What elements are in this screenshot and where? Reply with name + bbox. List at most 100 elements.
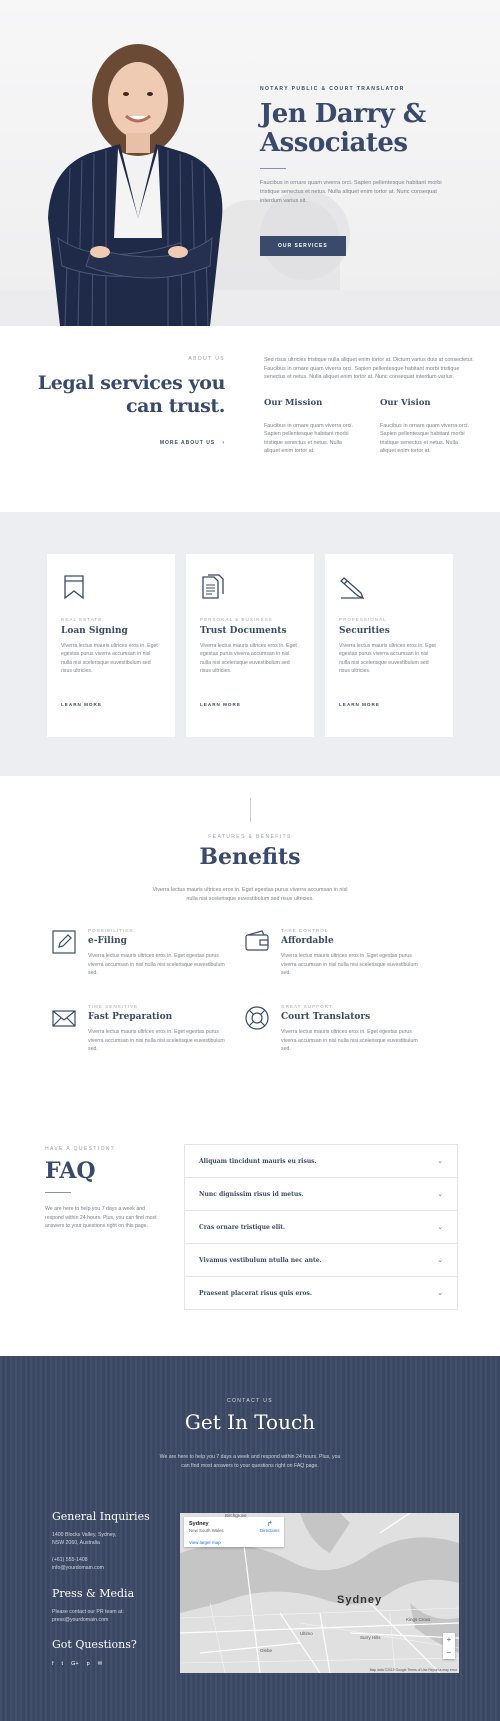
chevron-down-icon: ⌄ <box>437 1224 443 1231</box>
faq-accordion: Aliquam tincidunt mauris eu risus. ⌄ Nun… <box>184 1144 458 1310</box>
benefit-description: Viverra lectus mauris ultrices eros in. … <box>281 953 418 977</box>
directions-icon: ↱ <box>266 1521 273 1528</box>
chevron-down-icon: ⌄ <box>437 1191 443 1198</box>
chevron-down-icon: ⌄ <box>437 1158 443 1165</box>
map-label: Ultimo <box>300 1631 313 1636</box>
service-eyebrow: PROFESSIONAL <box>339 617 387 622</box>
about-title-line1: Legal services you <box>37 372 226 394</box>
lifebuoy-icon <box>245 1006 269 1030</box>
faq-item[interactable]: Aliquam tincidunt mauris eu risus. ⌄ <box>184 1144 458 1178</box>
map-label: Kings Cross <box>406 1617 431 1622</box>
faq-eyebrow: HAVE A QUESTION? <box>45 1146 116 1152</box>
hero-section: NOTARY PUBLIC & COURT TRANSLATOR Jen Dar… <box>0 0 500 326</box>
mission-vision: Our Mission Faucibus in ornare quam vive… <box>264 398 474 456</box>
bookmark-icon <box>64 575 84 600</box>
service-title: Trust Documents <box>200 626 287 636</box>
faq-intro: HAVE A QUESTION? FAQ We are here to help… <box>45 1146 160 1231</box>
benefit-title: Court Translators <box>281 1012 371 1022</box>
benefit-item: TAKE CONTROL Affordable Viverra lectus m… <box>245 928 418 978</box>
service-description: Viverra lectus mauris ultrices eros in. … <box>61 643 158 675</box>
benefits-eyebrow: FEATURES & BENEFITS <box>208 834 292 840</box>
benefit-item: POSSIBILITIES e-Filing Viverra lectus ma… <box>52 928 225 978</box>
faq-item[interactable]: Nunc dignissim risus id metus. ⌄ <box>184 1177 458 1211</box>
faq-title: FAQ <box>45 1158 96 1184</box>
mission-title: Our Mission <box>264 397 323 408</box>
google-plus-icon[interactable]: G+ <box>71 1661 79 1667</box>
wallet-icon <box>245 930 269 951</box>
map-embed[interactable]: Sydney New South Wales View larger map ↱… <box>180 1513 459 1673</box>
hero-title: Jen Darry & Associates <box>260 100 460 158</box>
press-email-link[interactable]: press@yourdomain.com <box>52 1616 172 1624</box>
got-questions-title: Got Questions? <box>52 1638 137 1652</box>
learn-more-link[interactable]: LEARN MORE <box>200 702 300 707</box>
faq-question: Aliquam tincidunt mauris eu risus. <box>199 1157 317 1165</box>
benefit-eyebrow: GREAT SUPPORT <box>281 1004 333 1009</box>
more-about-us-label: MORE ABOUT US <box>159 440 216 446</box>
view-larger-map-link[interactable]: View larger map <box>189 1540 279 1545</box>
faq-question: Cras ornare tristique elit. <box>199 1223 286 1231</box>
contact-title: Get In Touch <box>184 1410 316 1434</box>
about-title-line2: can trust. <box>126 395 225 417</box>
benefit-eyebrow: TIME SENSITIVE <box>88 1004 139 1009</box>
benefit-body: POSSIBILITIES e-Filing Viverra lectus ma… <box>88 928 225 978</box>
benefit-body: GREAT SUPPORT Court Translators Viverra … <box>281 1004 418 1054</box>
about-title: Legal services you can trust. <box>30 372 226 418</box>
vision-text: Faucibus in ornare quam viverra orci. Sa… <box>380 422 469 455</box>
service-eyebrow: REAL ESTATE <box>61 617 103 622</box>
contact-section: CONTACT US Get In Touch We are here to h… <box>0 1356 500 1721</box>
hero-text: NOTARY PUBLIC & COURT TRANSLATOR Jen Dar… <box>260 86 460 256</box>
benefit-title: Affordable <box>281 936 334 946</box>
benefit-title: Fast Preparation <box>88 1012 173 1022</box>
vision-block: Our Vision Faucibus in ornare quam viver… <box>380 398 474 456</box>
benefit-description: Viverra lectus mauris ultrices eros in. … <box>281 1029 418 1053</box>
pen-icon <box>340 577 365 600</box>
email-link[interactable]: info@yourdomain.com <box>52 1564 172 1572</box>
more-about-us-link[interactable]: MORE ABOUT US › <box>160 440 225 446</box>
service-description: Viverra lectus mauris ultrices eros in. … <box>200 643 297 675</box>
service-card: REAL ESTATE Loan Signing Viverra lectus … <box>47 554 175 737</box>
benefit-eyebrow: TAKE CONTROL <box>281 928 329 933</box>
benefit-description: Viverra lectus mauris ultrices eros in. … <box>88 1029 225 1053</box>
about-heading-block: ABOUT US Legal services you can trust. M… <box>30 356 226 449</box>
service-title: Securities <box>339 626 390 636</box>
faq-item[interactable]: Praesent placerat risus quis eros. ⌄ <box>184 1276 458 1310</box>
map-zoom-controls[interactable]: + − <box>443 1633 455 1659</box>
about-eyebrow: ABOUT US <box>188 356 225 362</box>
map-footer: Map data ©2019 Google Terms of Use Repor… <box>369 1668 457 1672</box>
contact-lines: (+61) 555-1408 info@yourdomain.com <box>52 1556 172 1573</box>
benefit-body: TIME SENSITIVE Fast Preparation Viverra … <box>88 1004 225 1054</box>
zoom-out-icon[interactable]: − <box>443 1646 455 1659</box>
service-title: Loan Signing <box>61 626 128 636</box>
divider <box>45 1192 71 1193</box>
our-services-button[interactable]: OUR SERVICES <box>260 236 346 256</box>
email-icon[interactable]: ✉ <box>98 1661 103 1667</box>
zoom-in-icon[interactable]: + <box>443 1633 455 1646</box>
faq-section: HAVE A QUESTION? FAQ We are here to help… <box>0 1106 500 1356</box>
faq-item[interactable]: Cras ornare tristique elit. ⌄ <box>184 1210 458 1244</box>
address: 1400 Blocks Valley, Sydney, NSW 2060, Au… <box>52 1531 172 1548</box>
twitter-icon[interactable]: t <box>62 1661 64 1667</box>
service-card: PERSONAL & BUSINESS Trust Documents Vive… <box>186 554 314 737</box>
pinterest-icon[interactable]: p <box>87 1661 90 1667</box>
facebook-icon[interactable]: f <box>52 1661 54 1667</box>
documents-icon <box>202 574 224 599</box>
map-city-label: Sydney <box>337 1594 383 1606</box>
service-description: Viverra lectus mauris ultrices eros in. … <box>339 643 436 675</box>
about-intro: Sed risus ultricies tristique nulla aliq… <box>264 357 474 380</box>
press-media-title: Press & Media <box>52 1586 135 1600</box>
learn-more-link[interactable]: LEARN MORE <box>339 702 439 707</box>
edit-icon <box>52 930 76 954</box>
service-eyebrow: PERSONAL & BUSINESS <box>200 617 273 622</box>
social-links: f t G+ p ✉ <box>52 1661 172 1667</box>
contact-details: General Inquiries 1400 Blocks Valley, Sy… <box>52 1510 172 1667</box>
phone-link[interactable]: (+61) 555-1408 <box>52 1556 172 1564</box>
chevron-down-icon: ⌄ <box>437 1257 443 1264</box>
hero-description: Faucibus in ornare quam viverra orci. Sa… <box>260 180 442 204</box>
directions-button[interactable]: ↱ Directions <box>260 1520 280 1533</box>
contact-eyebrow: CONTACT US <box>226 1398 274 1404</box>
map-label: Glebe <box>260 1648 273 1653</box>
benefit-item: GREAT SUPPORT Court Translators Viverra … <box>245 1004 418 1054</box>
envelope-icon <box>52 1010 76 1027</box>
faq-item[interactable]: Vivamus vestibulum ntulla nec ante. ⌄ <box>184 1243 458 1277</box>
learn-more-link[interactable]: LEARN MORE <box>61 702 161 707</box>
